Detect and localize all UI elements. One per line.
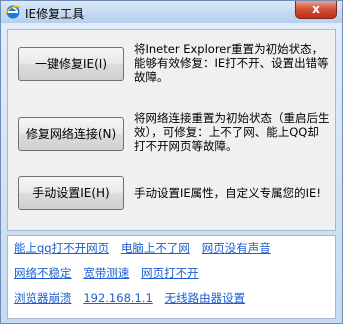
link-no-internet[interactable]: 电脑上不了网 <box>121 241 190 255</box>
link-speed-test[interactable]: 宽带测速 <box>83 266 129 280</box>
repair-network-description: 将网络连接重置为初始状态（重启后生效），可修复：上不了网、能上QQ却打不开网页等… <box>134 111 330 153</box>
link-qq-no-webpage[interactable]: 能上qq打不开网页 <box>14 241 109 255</box>
link-wireless-router-settings[interactable]: 无线路由器设置 <box>165 291 246 305</box>
link-row: 网络不稳定 宽带测速 网页打不开 <box>14 265 207 281</box>
title-bar[interactable]: IE修复工具 x <box>1 1 342 23</box>
close-button[interactable]: x <box>295 1 337 19</box>
one-click-repair-ie-button[interactable]: 一键修复IE(I) <box>18 47 124 81</box>
link-unstable-network[interactable]: 网络不稳定 <box>14 266 72 280</box>
window-title: IE修复工具 <box>25 7 85 21</box>
repair-network-button[interactable]: 修复网络连接(N) <box>18 117 124 151</box>
manual-ie-settings-button[interactable]: 手动设置IE(H) <box>18 176 124 210</box>
help-links-panel: 能上qq打不开网页 电脑上不了网 网页没有声音 网络不稳定 宽带测速 网页打不开… <box>7 235 336 319</box>
action-panel: 一键修复IE(I) 将Ineter Explorer重置为初始状态，能够有效修复… <box>7 29 336 231</box>
close-icon: x <box>312 2 320 16</box>
link-router-ip[interactable]: 192.168.1.1 <box>83 291 153 305</box>
app-window: IE修复工具 x 一键修复IE(I) 将Ineter Explorer重置为初始… <box>0 0 343 324</box>
link-row: 能上qq打不开网页 电脑上不了网 网页没有声音 <box>14 240 279 256</box>
link-webpage-wont-open[interactable]: 网页打不开 <box>141 266 199 280</box>
repair-ie-description: 将Ineter Explorer重置为初始状态，能够有效修复：IE打不开、设置出… <box>134 42 329 84</box>
ie-logo-icon <box>5 5 21 19</box>
link-browser-crash[interactable]: 浏览器崩溃 <box>14 291 72 305</box>
link-row: 浏览器崩溃 192.168.1.1 无线路由器设置 <box>14 290 253 306</box>
manual-ie-settings-description: 手动设置IE属性，自定义专属您的IE! <box>134 186 321 200</box>
link-no-sound[interactable]: 网页没有声音 <box>202 241 271 255</box>
